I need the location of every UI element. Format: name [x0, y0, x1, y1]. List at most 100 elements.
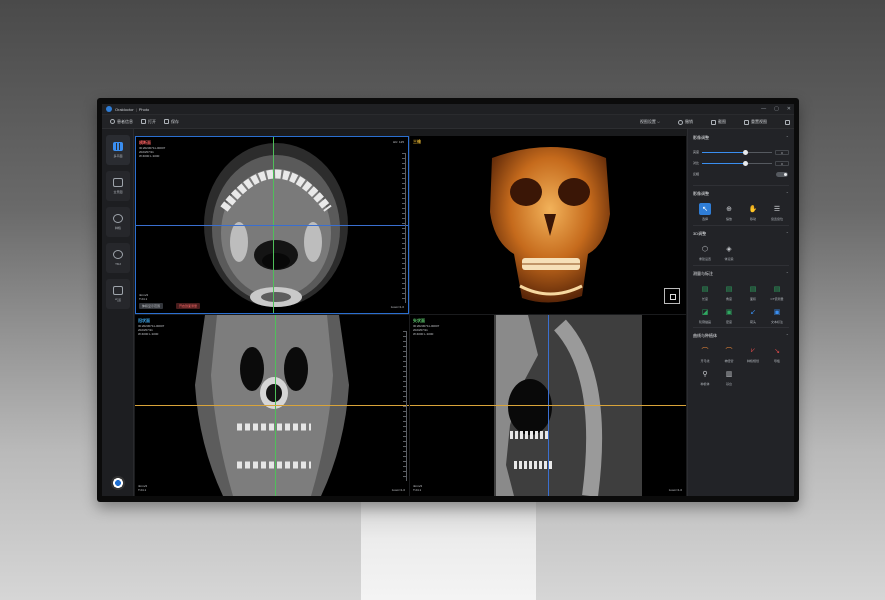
- implant-plan-tool[interactable]: ⩗ 种植规划: [741, 345, 765, 363]
- viewport-meta: ID:20230711-00007 2023/07/11 W:4000 L:10…: [413, 324, 439, 336]
- reset-view-label: 重置视图: [751, 119, 767, 124]
- profile-measure-button[interactable]: 开启剖面测量: [176, 303, 201, 309]
- length-icon: ▤: [701, 286, 709, 293]
- meta-line: W:4000 L:1000: [139, 154, 160, 158]
- foot-line: T:24.1: [138, 488, 147, 492]
- reconstruct-icon: ⬡: [701, 246, 709, 253]
- close-button[interactable]: ✕: [787, 106, 791, 112]
- tool-label: 牙弓线: [700, 359, 710, 363]
- area-icon: ▤: [749, 286, 757, 293]
- folder-icon: [141, 119, 146, 124]
- slider-knob[interactable]: [742, 160, 748, 166]
- abutment-tool[interactable]: ▥ 基台: [717, 368, 741, 386]
- slice-scale[interactable]: [402, 153, 406, 303]
- contour-tool[interactable]: ◪ 轮廓描画: [693, 306, 717, 324]
- volume-range-button[interactable]: 体积显示范围: [139, 303, 164, 309]
- tool-label: 选择: [701, 217, 708, 221]
- section-divider: [693, 225, 789, 226]
- guide-tool[interactable]: ↘ 导板: [765, 345, 789, 363]
- text-annotation-tool[interactable]: ▣ 文本标注: [765, 306, 789, 324]
- rail-item-panorama[interactable]: 全景图: [106, 171, 130, 201]
- rail-item-implant[interactable]: 种植: [106, 207, 130, 237]
- viewport-sagittal[interactable]: 矢状面 ID:20230711-00007 2023/07/11 W:4000 …: [410, 315, 686, 496]
- pan-tool[interactable]: ✋ 移动: [741, 203, 765, 221]
- length-tool[interactable]: ▤ 长度: [693, 283, 717, 301]
- open-button[interactable]: 打开: [141, 119, 156, 125]
- rail-item-airway[interactable]: 气道: [106, 279, 130, 309]
- tool-label: 种植体: [700, 382, 710, 386]
- viewport-footer: 4mm/2 T:24.1: [139, 293, 148, 301]
- tool-label: 长度: [701, 297, 708, 301]
- section-header-image-adjust[interactable]: 影像调整 ⌃: [693, 135, 789, 141]
- density-tool[interactable]: ▣ 密度: [717, 306, 741, 324]
- ct-value-tool[interactable]: ▤ CT值测量: [765, 283, 789, 301]
- app-title: Oraldoctor: [115, 106, 134, 112]
- screenshot-button[interactable]: 截图: [711, 119, 726, 125]
- crosshair-horizontal[interactable]: [410, 405, 686, 406]
- view-settings-dropdown[interactable]: 视图设置 ⌵: [640, 119, 660, 125]
- section-header-implant[interactable]: 曲线与种植体 ⌃: [693, 333, 789, 339]
- arch-curve-tool[interactable]: ⌒ 牙弓线: [693, 345, 717, 363]
- foot-line: T:24.1: [413, 488, 422, 492]
- section-header-measure[interactable]: 测量与标注 ⌃: [693, 271, 789, 277]
- slider-value[interactable]: 0: [775, 149, 789, 155]
- section-title: 曲线与种植体: [693, 333, 717, 338]
- rail-item-label: 全景图: [113, 190, 123, 194]
- patient-info-button[interactable]: 患者信息: [110, 119, 133, 125]
- slider-track[interactable]: [702, 149, 772, 155]
- rail-item-mpr[interactable]: 多平面: [106, 135, 130, 165]
- window-level-tool[interactable]: ☰ 窗宽窗位: [765, 203, 789, 221]
- invert-toggle[interactable]: [776, 172, 788, 177]
- zoom-tool[interactable]: ⊕ 缩放: [717, 203, 741, 221]
- save-icon: [164, 119, 169, 124]
- chevron-up-icon: ⌃: [785, 135, 789, 140]
- minimize-button[interactable]: —: [761, 106, 766, 112]
- arch-icon: ⌒: [701, 348, 709, 355]
- save-button[interactable]: 保存: [164, 119, 179, 125]
- orientation-cube-icon[interactable]: [664, 288, 680, 304]
- plan-icon: ⩗: [751, 347, 755, 354]
- select-tool[interactable]: ↖ 选择: [693, 203, 717, 221]
- undo-button[interactable]: 撤销: [678, 119, 693, 125]
- contour-icon: ◪: [701, 309, 709, 316]
- reconstruct-tool[interactable]: ⬡ 重建设置: [693, 243, 717, 261]
- slice-scale[interactable]: [403, 331, 407, 481]
- rail-item-tmj[interactable]: TMJ: [106, 243, 130, 273]
- more-button[interactable]: [785, 119, 790, 125]
- density-icon: ▣: [725, 309, 733, 316]
- tool-label: 移动: [749, 217, 756, 221]
- hu-readout: HU: 125: [392, 140, 404, 144]
- section-divider: [693, 265, 789, 266]
- slider-knob[interactable]: [742, 149, 748, 155]
- nerve-canal-tool[interactable]: ⌒ 神经管: [717, 345, 741, 363]
- angle-tool[interactable]: ▤ 角度: [717, 283, 741, 301]
- contrast-slider[interactable]: 对比 0: [693, 160, 789, 166]
- area-tool[interactable]: ▤ 面积: [741, 283, 765, 301]
- undo-icon: [678, 119, 683, 125]
- tool-label: 角度: [725, 297, 732, 301]
- viewport-meta: ID:20230711-00007 2023/07/11 W:4000 L:10…: [138, 324, 164, 336]
- user-avatar[interactable]: [111, 476, 125, 490]
- section-header-3d[interactable]: 3D调整 ⌃: [693, 231, 789, 237]
- skull-3d-render: [490, 147, 610, 303]
- implant-body-tool[interactable]: ⚲ 种植体: [693, 368, 717, 386]
- section-header-image-tools[interactable]: 影像调整 ⌃: [693, 191, 789, 197]
- reset-view-button[interactable]: 重置视图: [744, 119, 767, 125]
- crosshair-horizontal[interactable]: [136, 225, 408, 226]
- arrow-tool[interactable]: ↙ 箭头: [741, 306, 765, 324]
- threed-tools-grid: ⬡ 重建设置 ◈ 体渲染: [693, 243, 789, 261]
- zoom-readout: zoom=1.0: [391, 488, 405, 492]
- viewport-3d[interactable]: 三维: [410, 136, 686, 314]
- crosshair-horizontal[interactable]: [135, 405, 409, 406]
- toolbar-right: 视图设置 ⌵ 撤销 截图 重置视图: [632, 115, 790, 129]
- viewport-axial[interactable]: 横断面 ID:20230711-00007 2023/07/11 W:4000 …: [135, 136, 409, 314]
- slider-value[interactable]: 0: [775, 160, 789, 166]
- title-bar: Oraldoctor | Photo — ▢ ✕: [102, 104, 794, 115]
- viewport-coronal[interactable]: 冠状面 ID:20230711-00007 2023/07/11 W:4000 …: [135, 315, 409, 496]
- slider-track[interactable]: [702, 160, 772, 166]
- volume-render-tool[interactable]: ◈ 体渲染: [717, 243, 741, 261]
- brightness-slider[interactable]: 亮度 0: [693, 149, 789, 155]
- app-subtitle: Photo: [138, 106, 150, 112]
- rail-item-label: TMJ: [115, 262, 121, 266]
- maximize-button[interactable]: ▢: [774, 106, 779, 112]
